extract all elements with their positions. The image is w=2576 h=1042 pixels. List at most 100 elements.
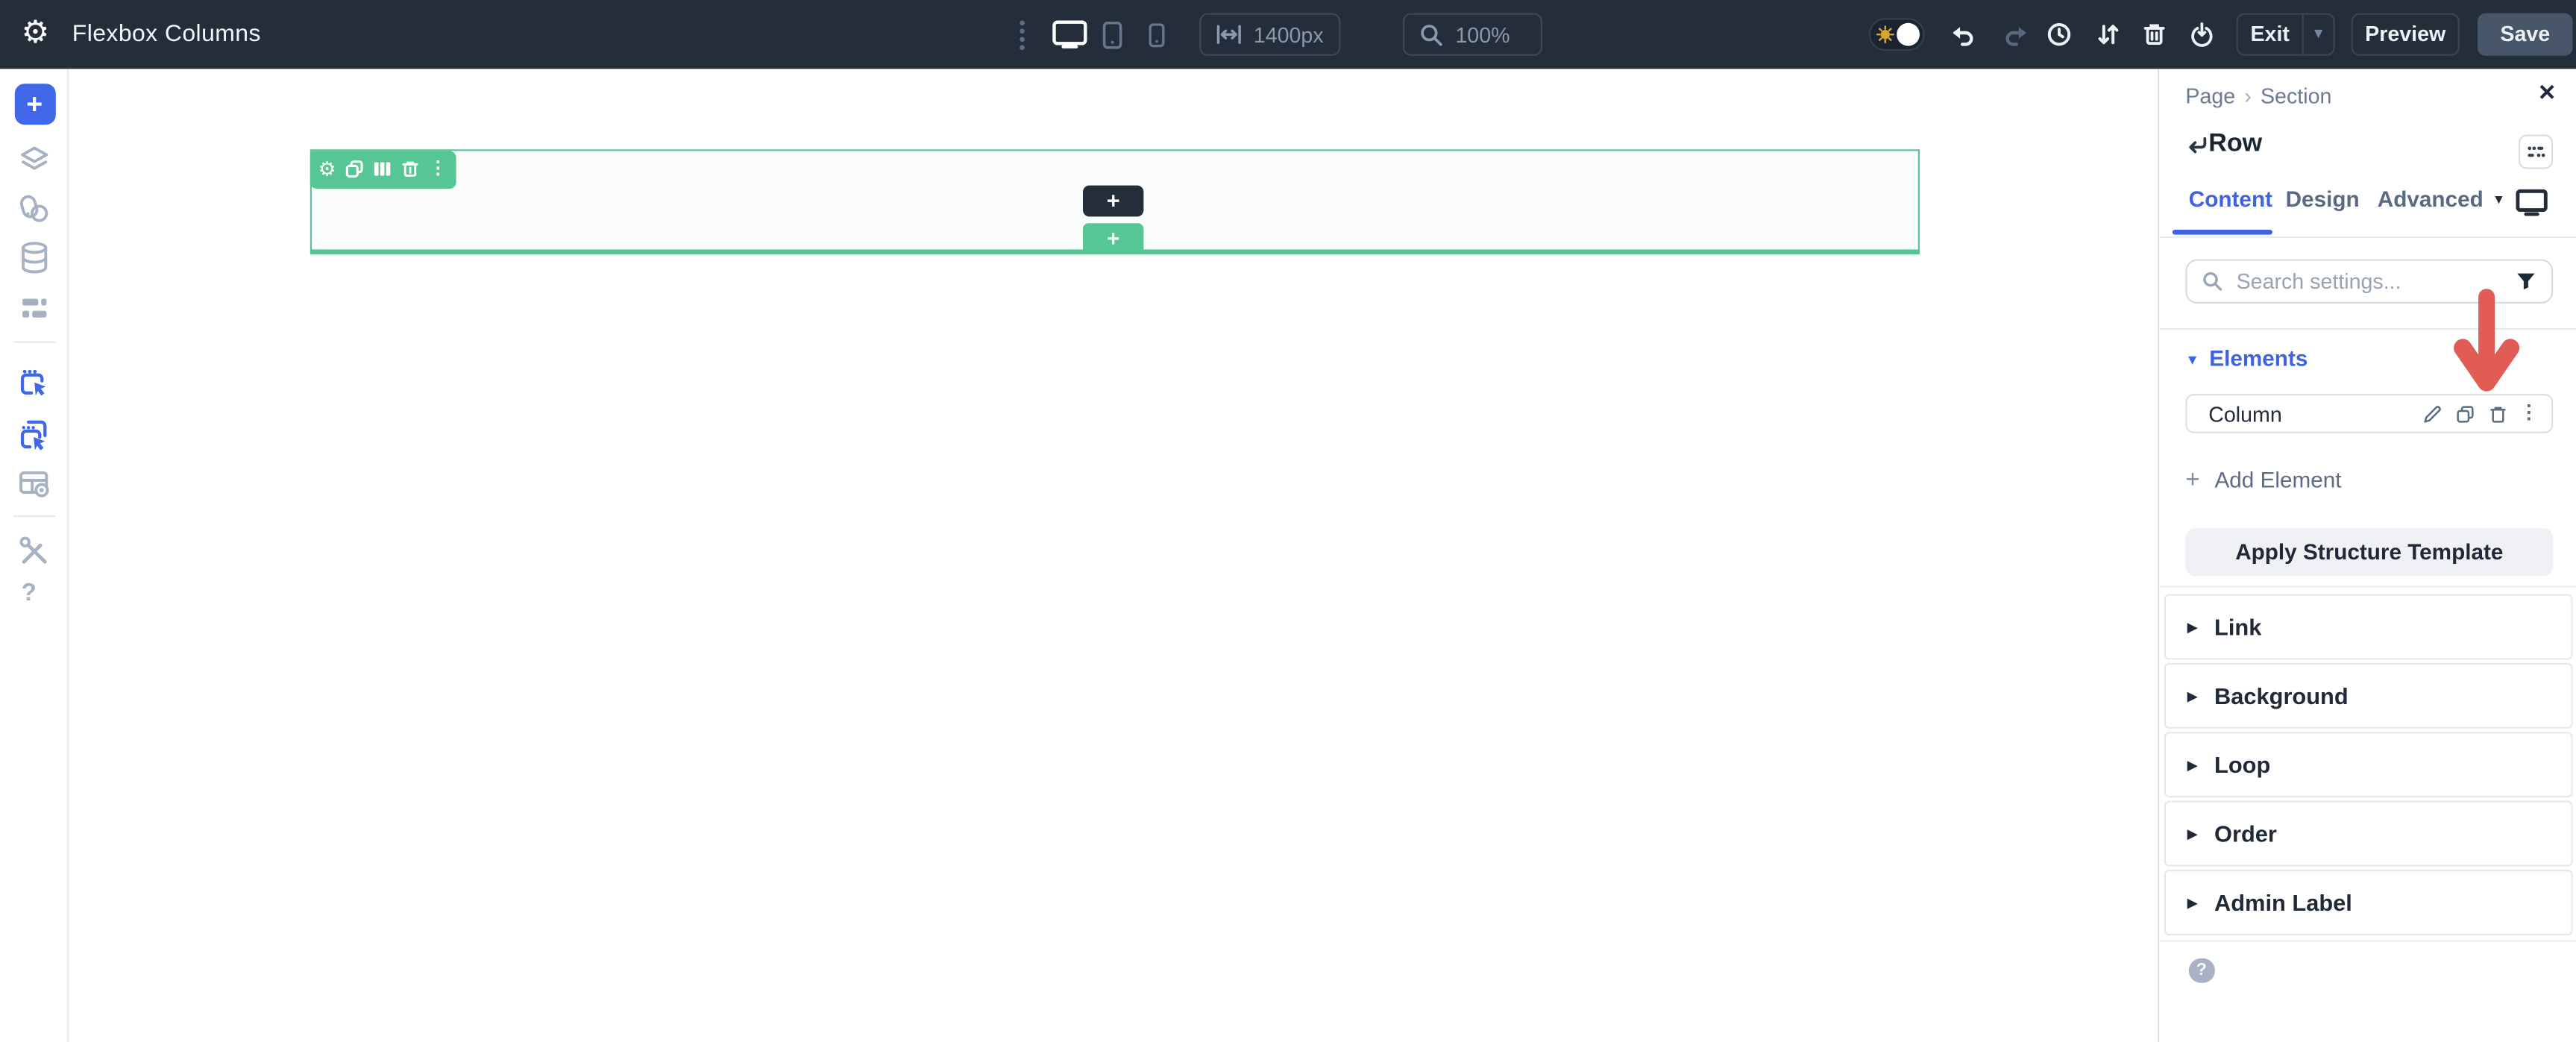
structure-panel-icon[interactable] [16,290,52,326]
undo-icon[interactable] [1950,22,1976,48]
builder-app: ⚙ Flexbox Columns 1400px 100% [0,0,2576,1042]
zoom-level-input[interactable]: 100% [1403,13,1542,56]
dark-mode-toggle[interactable] [1869,18,1925,51]
trash-icon[interactable] [2141,22,2167,48]
settings-panel: Page › Section ✕ Row Content Design Adva… [2157,69,2576,1042]
expand-triangle-icon: ▶ [2187,756,2198,773]
sun-icon [1876,25,1895,44]
structure-toggle-button[interactable] [2518,134,2553,169]
row-settings-gear-icon[interactable]: ⚙ [318,159,336,178]
accordion-admin-label[interactable]: ▶ Admin Label [2164,870,2573,935]
apply-structure-template-button[interactable]: Apply Structure Template [2185,528,2553,575]
accordion-label: Background [2214,682,2349,709]
settings-gear-icon[interactable]: ⚙ [22,18,50,49]
accordion-link[interactable]: ▶ Link [2164,594,2573,659]
save-button[interactable]: Save [2478,13,2573,55]
search-icon [2202,270,2223,292]
add-element-inside-button[interactable]: + [1083,185,1143,217]
database-icon[interactable] [16,239,52,275]
canvas-width-input[interactable]: 1400px [1199,13,1340,56]
canvas-width-value: 1400px [1254,22,1324,47]
zoom-level-value: 100% [1455,22,1510,47]
accordion-label: Loop [2214,752,2270,778]
tutorial-arrow-icon [2442,286,2533,404]
add-element-below-button[interactable]: + [1083,223,1143,254]
divider [2158,940,2576,941]
expand-triangle-icon: ▶ [2187,894,2198,911]
panel-help-button[interactable]: ? [2189,958,2214,983]
accordion-order[interactable]: ▶ Order [2164,801,2573,867]
element-label: Column [2208,401,2282,426]
divider [13,515,56,516]
breadcrumb: Page › Section [2185,84,2331,108]
selector-window-icon[interactable] [16,366,52,402]
close-panel-icon[interactable]: ✕ [2538,81,2557,107]
help-icon[interactable]: ? [22,580,37,607]
exit-label: Exit [2238,22,2302,46]
accordion-loop[interactable]: ▶ Loop [2164,732,2573,797]
expand-triangle-icon: ▶ [2187,618,2198,635]
breadcrumb-parent[interactable]: Page [2185,84,2235,108]
history-clock-icon[interactable] [2046,22,2072,48]
tools-icon[interactable] [16,533,52,569]
save-label: Save [2500,22,2550,46]
add-element-row[interactable]: + Add Element [2185,467,2341,492]
phone-device-icon[interactable] [1149,22,1165,47]
add-element-label: Add Element [2214,467,2341,492]
tablet-device-icon[interactable] [1102,21,1122,48]
top-bar: ⚙ Flexbox Columns 1400px 100% [0,0,2576,69]
row-more-options-icon[interactable]: ⋮ [429,160,447,178]
tabs-dropdown-caret-icon[interactable]: ▼ [2492,191,2505,206]
row-duplicate-icon[interactable] [345,159,364,178]
preview-button[interactable]: Preview [2352,13,2460,55]
row-toolbar: ⚙ ⋮ [310,150,456,188]
apply-structure-label: Apply Structure Template [2235,539,2503,564]
toggle-knob [1897,23,1920,46]
accordion-background[interactable]: ▶ Background [2164,663,2573,729]
device-scope-monitor-icon[interactable] [2516,188,2548,216]
back-to-parent-icon[interactable] [2184,134,2208,157]
accordion-label: Order [2214,820,2277,847]
elements-collapse-icon[interactable]: ▼ [2185,351,2199,367]
more-options-icon[interactable]: ⋮ [2519,404,2538,422]
drag-handle-dots-icon[interactable] [1016,19,1029,45]
breadcrumb-separator: › [2244,84,2252,108]
left-toolbar: + ? [0,69,69,1042]
tab-advanced[interactable]: Advanced [2378,187,2484,212]
sort-arrows-icon[interactable] [2095,22,2121,48]
accordion-label: Link [2214,614,2261,640]
active-tab-underline [2172,229,2272,235]
panel-title: Row [2208,130,2262,160]
tab-content[interactable]: Content [2189,187,2272,212]
plus-icon: + [2185,467,2199,492]
exit-button[interactable]: Exit ▾ [2237,13,2335,55]
magnifier-icon [1419,22,1444,47]
edit-pencil-icon[interactable] [2421,403,2443,424]
power-icon[interactable] [2189,22,2215,48]
breadcrumb-current[interactable]: Section [2261,84,2331,108]
layers-icon[interactable] [16,142,52,178]
row-delete-icon[interactable] [400,159,420,178]
preview-table-icon[interactable] [16,466,52,502]
elements-section-title[interactable]: Elements [2209,345,2308,370]
divider [13,341,56,342]
exit-dropdown-caret-icon[interactable]: ▾ [2302,14,2334,54]
row-columns-icon[interactable] [373,159,392,178]
delete-trash-icon[interactable] [2487,403,2508,424]
add-element-button[interactable]: + [14,83,55,124]
selector-windows-icon[interactable] [16,416,52,452]
width-arrows-icon [1216,23,1242,46]
duplicate-copy-icon[interactable] [2454,403,2475,424]
expand-triangle-icon: ▶ [2187,825,2198,843]
expand-triangle-icon: ▶ [2187,687,2198,705]
page-title: Flexbox Columns [72,22,261,48]
divider [2158,236,2576,238]
design-library-icon[interactable] [16,191,52,227]
accordion-label: Admin Label [2214,889,2352,915]
desktop-device-icon[interactable] [1052,19,1087,49]
divider [2158,586,2576,587]
tab-design[interactable]: Design [2286,187,2360,212]
redo-icon[interactable] [2003,22,2029,48]
element-actions: ⋮ [2421,403,2538,424]
preview-label: Preview [2365,22,2445,46]
